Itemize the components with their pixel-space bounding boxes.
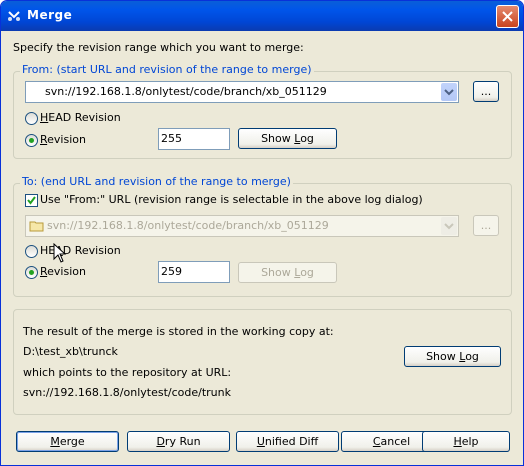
merge-app-icon — [8, 11, 20, 21]
mouse-cursor-icon — [53, 243, 67, 263]
close-button[interactable] — [496, 5, 519, 28]
unified-diff-button[interactable]: Unified Diff — [236, 431, 339, 452]
checkmark-icon — [27, 196, 36, 205]
close-icon — [502, 11, 513, 22]
from-revision-value: 255 — [161, 132, 182, 145]
result-show-log-button[interactable]: Show Log — [404, 346, 501, 367]
from-head-radio[interactable] — [25, 112, 38, 125]
result-path: D:\test_xb\trunck — [23, 345, 118, 358]
result-url: svn://192.168.1.8/onlytest/code/trunk — [23, 386, 231, 399]
to-legend: To: (end URL and revision of the range t… — [20, 175, 293, 189]
use-from-url-checkbox[interactable] — [25, 194, 38, 207]
merge-dialog: Merge Specify the revision range which y… — [0, 0, 524, 466]
from-head-label: HEAD Revision — [40, 111, 121, 124]
dry-run-button[interactable]: Dry Run — [127, 431, 230, 452]
from-browse-label: ... — [480, 85, 492, 98]
to-revision-radio[interactable] — [25, 266, 38, 279]
window-title: Merge — [27, 8, 73, 22]
to-show-log-button[interactable]: Show Log — [238, 262, 337, 283]
use-from-url-label: Use "From:" URL (revision range is selec… — [40, 193, 423, 206]
from-url-value: svn://192.168.1.8/onlytest/code/branch/x… — [45, 85, 327, 98]
from-legend: From: (start URL and revision of the ran… — [20, 63, 314, 77]
to-url-value: svn://192.168.1.8/onlytest/code/branch/x… — [47, 219, 329, 232]
from-browse-button[interactable]: ... — [473, 81, 499, 102]
to-revision-input[interactable]: 259 — [158, 261, 230, 283]
from-revision-input[interactable]: 255 — [158, 128, 230, 150]
to-revision-label: Revision — [40, 265, 86, 278]
from-revision-label: Revision — [40, 133, 86, 146]
help-button[interactable]: Help — [422, 431, 510, 452]
from-show-log-button[interactable]: Show Log — [238, 128, 337, 149]
from-url-combo[interactable]: svn://192.168.1.8/onlytest/code/branch/x… — [25, 81, 459, 103]
title-bar[interactable]: Merge — [1, 1, 523, 31]
result-line2: which points to the repository at URL: — [23, 366, 232, 379]
to-browse-button[interactable]: ... — [473, 215, 499, 236]
merge-button[interactable]: Merge — [16, 431, 119, 452]
folder-icon — [29, 221, 44, 232]
from-revision-radio[interactable] — [25, 134, 38, 147]
to-browse-label: ... — [480, 219, 492, 232]
intro-text: Specify the revision range which you wan… — [13, 41, 304, 54]
chevron-down-icon[interactable] — [441, 83, 457, 101]
result-line1: The result of the merge is stored in the… — [23, 325, 334, 338]
chevron-down-icon[interactable] — [441, 217, 457, 235]
to-head-radio[interactable] — [25, 245, 38, 258]
to-url-combo[interactable]: svn://192.168.1.8/onlytest/code/branch/x… — [25, 215, 459, 237]
to-revision-value: 259 — [161, 265, 182, 278]
